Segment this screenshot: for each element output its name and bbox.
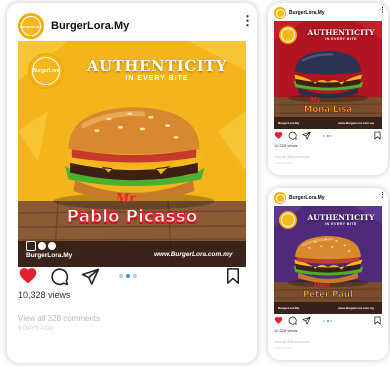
- bookmark-icon[interactable]: [373, 131, 382, 140]
- bookmark-icon[interactable]: [224, 267, 242, 285]
- username[interactable]: BurgerLora.My: [289, 10, 325, 16]
- headline: AUTHENTICITY: [307, 28, 375, 37]
- more-icon[interactable]: ⋮: [379, 192, 386, 199]
- facebook-icon: [38, 242, 46, 250]
- comment-icon[interactable]: [50, 267, 69, 286]
- headline: AUTHENTICITY: [307, 213, 375, 222]
- post-logo-text: BurgerLora: [32, 68, 60, 74]
- comment-icon[interactable]: [288, 131, 297, 140]
- website: www.BurgerLora.com.my: [154, 251, 233, 258]
- burger-image: [286, 232, 370, 288]
- post-logo: BurgerLora: [28, 53, 64, 89]
- logo-text: BurgerLora: [20, 23, 42, 29]
- post-logo: [279, 211, 297, 229]
- tagline: IN EVERY BITE: [325, 37, 357, 41]
- post-image[interactable]: BurgerLora AUTHENTICITY IN EVERY BITE Mr…: [18, 41, 246, 267]
- post-actions: [274, 316, 311, 325]
- item-name: Pablo Picasso: [66, 207, 198, 228]
- instagram-icon: [26, 241, 36, 251]
- social-handle: BurgerLora.My: [26, 252, 73, 259]
- time-ago: 6 DAYS AGO: [274, 161, 292, 165]
- burgerlora-logo[interactable]: BurgerLora: [18, 13, 44, 39]
- views-count: 10,328 views: [274, 143, 298, 148]
- carousel-dot: [330, 135, 332, 137]
- post-actions: [18, 266, 100, 286]
- burger-image: [286, 47, 370, 103]
- social-handle: BurgerLora.My: [278, 121, 300, 125]
- carousel-dot: [330, 320, 332, 322]
- item-name: Peter Paul: [303, 290, 353, 301]
- post-image[interactable]: AUTHENTICITY IN EVERY BITE Ms Mona Lisa …: [274, 21, 382, 129]
- share-icon[interactable]: [81, 267, 100, 286]
- carousel-dots: [323, 135, 332, 137]
- post-header: BurgerLora BurgerLora.My: [18, 13, 129, 39]
- heart-icon[interactable]: [18, 266, 38, 286]
- time-ago: 6 DAYS AGO: [274, 346, 292, 350]
- view-comments-link[interactable]: View all 328 comments: [274, 155, 310, 159]
- post-card-mona-lisa: BurgerLora.My ⋮ AUTHENTICITY IN EVERY BI…: [268, 3, 388, 175]
- carousel-dot-active: [326, 320, 329, 322]
- post-card-main: BurgerLora BurgerLora.My ⋮ BurgerLora AU…: [7, 3, 257, 363]
- carousel-dot: [133, 274, 137, 278]
- social-icons: [26, 241, 56, 251]
- username[interactable]: BurgerLora.My: [289, 195, 325, 201]
- carousel-dot-active: [126, 274, 130, 278]
- views-count: 10,328 views: [18, 290, 71, 300]
- share-icon[interactable]: [302, 316, 311, 325]
- heart-icon[interactable]: [274, 316, 283, 325]
- burgerlora-logo[interactable]: [274, 7, 286, 19]
- carousel-dots: [323, 320, 332, 322]
- more-icon[interactable]: ⋮: [241, 14, 254, 27]
- heart-icon[interactable]: [274, 131, 283, 140]
- tagline: IN EVERY BITE: [325, 222, 357, 226]
- bookmark-icon[interactable]: [373, 316, 382, 325]
- twitter-icon: [48, 242, 56, 250]
- view-comments-link[interactable]: View all 328 comments: [18, 314, 100, 323]
- post-header: BurgerLora.My: [274, 192, 325, 204]
- item-script: Mr: [116, 191, 136, 205]
- views-count: 10,328 views: [274, 328, 298, 333]
- share-icon[interactable]: [302, 131, 311, 140]
- carousel-dot: [119, 274, 123, 278]
- comment-icon[interactable]: [288, 316, 297, 325]
- carousel-dot: [323, 135, 325, 137]
- time-ago: 6 DAYS AGO: [18, 326, 54, 332]
- more-icon[interactable]: ⋮: [379, 7, 386, 14]
- headline: AUTHENTICITY: [86, 57, 228, 75]
- post-actions: [274, 131, 311, 140]
- social-handle: BurgerLora.My: [278, 306, 300, 310]
- post-card-peter-paul: BurgerLora.My ⋮ AUTHENTICITY IN EVERY BI…: [268, 188, 388, 360]
- burgerlora-logo[interactable]: [274, 192, 286, 204]
- carousel-dot: [323, 320, 325, 322]
- item-script: Ms: [310, 97, 321, 104]
- item-name: Mona Lisa: [303, 105, 353, 116]
- post-logo: [279, 26, 297, 44]
- tagline: IN EVERY BITE: [125, 75, 189, 82]
- item-script: Dato: [314, 282, 330, 289]
- post-header: BurgerLora.My: [274, 7, 325, 19]
- carousel-dots: [119, 274, 137, 278]
- carousel-dot-active: [326, 135, 329, 137]
- username[interactable]: BurgerLora.My: [51, 20, 129, 32]
- post-image[interactable]: AUTHENTICITY IN EVERY BITE Dato Peter Pa…: [274, 206, 382, 314]
- website: www.BurgerLora.com.my: [338, 306, 375, 310]
- view-comments-link[interactable]: View all 328 comments: [274, 340, 310, 344]
- website: www.BurgerLora.com.my: [338, 121, 375, 125]
